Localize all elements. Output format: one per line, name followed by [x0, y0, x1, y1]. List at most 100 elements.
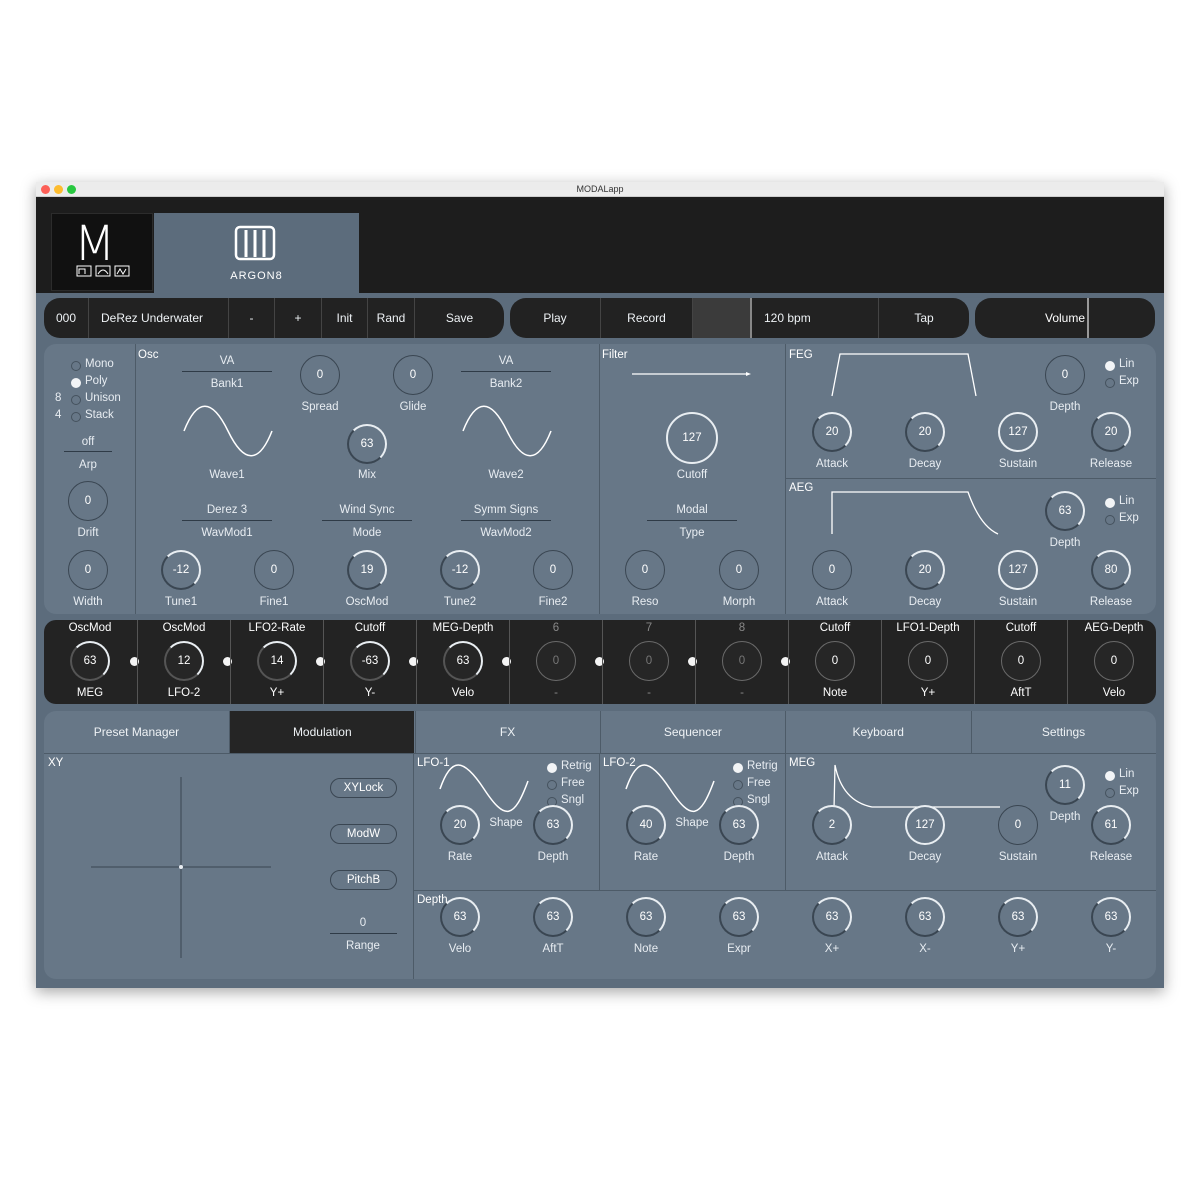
play-button[interactable]: Play	[510, 298, 600, 338]
record-button[interactable]: Record	[600, 298, 692, 338]
feg-attack-knob[interactable]: 20	[812, 412, 852, 452]
mode-value[interactable]: Wind Sync	[340, 504, 395, 516]
mod-slot-source[interactable]: -	[696, 687, 788, 699]
mod-slot-amount-knob[interactable]: 14	[257, 641, 297, 681]
feg-sustain-knob[interactable]: 127	[998, 412, 1038, 452]
preset-number[interactable]: 000	[44, 298, 88, 338]
mix-knob[interactable]: 63	[347, 424, 387, 464]
depth-aftt-knob[interactable]: 63	[533, 897, 573, 937]
mod-slot-amount-knob[interactable]: 0	[722, 641, 762, 681]
width-knob[interactable]: 0	[68, 550, 108, 590]
tab-fx[interactable]: FX	[414, 711, 600, 753]
reso-knob[interactable]: 0	[625, 550, 665, 590]
mod-slot-source[interactable]: LFO-2	[138, 687, 230, 699]
aeg-decay-knob[interactable]: 20	[905, 550, 945, 590]
morph-knob[interactable]: 0	[719, 550, 759, 590]
oscmod-knob[interactable]: 19	[347, 550, 387, 590]
depth-x-minus-knob[interactable]: 63	[905, 897, 945, 937]
depth-x-plus-knob[interactable]: 63	[812, 897, 852, 937]
tab-keyboard[interactable]: Keyboard	[785, 711, 970, 753]
mod-slot-amount-knob[interactable]: 63	[70, 641, 110, 681]
mod-slot-source[interactable]: Velo	[417, 687, 509, 699]
arp-value[interactable]: off	[82, 436, 95, 448]
argon8-tab[interactable]: ARGON8	[154, 213, 359, 293]
fine2-knob[interactable]: 0	[533, 550, 573, 590]
aeg-sustain-knob[interactable]: 127	[998, 550, 1038, 590]
depth-expr-knob[interactable]: 63	[719, 897, 759, 937]
filter-type-value[interactable]: Modal	[676, 504, 707, 516]
mod-slot-amount-knob[interactable]: 0	[908, 641, 948, 681]
aeg-exp-radio[interactable]	[1105, 515, 1115, 525]
depth-velo-knob[interactable]: 63	[440, 897, 480, 937]
mode-stack-radio[interactable]	[71, 412, 81, 422]
mod-slot-source[interactable]: Y+	[231, 687, 323, 699]
mod-slot-destination[interactable]: LFO1-Depth	[882, 622, 974, 634]
aeg-attack-knob[interactable]: 0	[812, 550, 852, 590]
tab-modulation[interactable]: Modulation	[229, 711, 415, 753]
depth-y-plus-knob[interactable]: 63	[998, 897, 1038, 937]
mod-slot-destination[interactable]: Cutoff	[324, 622, 416, 634]
drift-knob[interactable]: 0	[68, 481, 108, 521]
init-button[interactable]: Init	[321, 298, 367, 338]
feg-exp-radio[interactable]	[1105, 378, 1115, 388]
spread-knob[interactable]: 0	[300, 355, 340, 395]
mod-slot-amount-knob[interactable]: 63	[443, 641, 483, 681]
unison-count[interactable]: 8	[55, 392, 61, 404]
mod-slot-source[interactable]: Velo	[1068, 687, 1160, 699]
feg-decay-knob[interactable]: 20	[905, 412, 945, 452]
mod-slot-destination[interactable]: MEG-Depth	[417, 622, 509, 634]
bank2-value[interactable]: VA	[499, 355, 514, 367]
aeg-lin-radio[interactable]	[1105, 498, 1115, 508]
tap-button[interactable]: Tap	[878, 298, 969, 338]
mod-slot-amount-knob[interactable]: 0	[1001, 641, 1041, 681]
mod-slot-amount-knob[interactable]: 0	[1094, 641, 1134, 681]
wavmod2-value[interactable]: Symm Signs	[474, 504, 539, 516]
mod-slot-amount-knob[interactable]: 0	[815, 641, 855, 681]
depth-y-minus-knob[interactable]: 63	[1091, 897, 1131, 937]
cutoff-knob[interactable]: 127	[666, 412, 718, 464]
mod-slot-destination[interactable]: 8	[696, 622, 788, 634]
feg-release-knob[interactable]: 20	[1091, 412, 1131, 452]
mod-slot-destination[interactable]: OscMod	[138, 622, 230, 634]
preset-next-button[interactable]: +	[274, 298, 321, 338]
mod-slot-amount-knob[interactable]: 0	[536, 641, 576, 681]
mode-poly-radio[interactable]	[71, 378, 81, 388]
volume-bar[interactable]: Volume	[975, 298, 1155, 338]
mod-slot-amount-knob[interactable]: 0	[629, 641, 669, 681]
mod-slot-amount-knob[interactable]: 12	[164, 641, 204, 681]
mod-slot-destination[interactable]: Cutoff	[975, 622, 1067, 634]
tune1-knob[interactable]: -12	[161, 550, 201, 590]
volume-slider-handle[interactable]	[1087, 298, 1089, 338]
tab-settings[interactable]: Settings	[970, 711, 1156, 753]
tune2-knob[interactable]: -12	[440, 550, 480, 590]
save-button[interactable]: Save	[414, 298, 504, 338]
mod-slot-source[interactable]: -	[603, 687, 695, 699]
mode-mono-radio[interactable]	[71, 361, 81, 371]
fine1-knob[interactable]: 0	[254, 550, 294, 590]
wave2-display[interactable]	[461, 405, 561, 457]
mod-slot-source[interactable]: Note	[789, 687, 881, 699]
mod-slot-source[interactable]: -	[510, 687, 602, 699]
stack-count[interactable]: 4	[55, 409, 61, 421]
preset-prev-button[interactable]: -	[228, 298, 274, 338]
feg-lin-radio[interactable]	[1105, 361, 1115, 371]
preset-name[interactable]: DeRez Underwater	[88, 298, 228, 338]
aeg-release-knob[interactable]: 80	[1091, 550, 1131, 590]
mod-slot-source[interactable]: Y+	[882, 687, 974, 699]
mod-slot-amount-knob[interactable]: -63	[350, 641, 390, 681]
tab-sequencer[interactable]: Sequencer	[599, 711, 785, 753]
mod-slot-destination[interactable]: LFO2-Rate	[231, 622, 323, 634]
mod-slot-destination[interactable]: OscMod	[44, 622, 136, 634]
wave1-display[interactable]	[182, 405, 282, 457]
mod-slot-destination[interactable]: 7	[603, 622, 695, 634]
mod-slot-source[interactable]: MEG	[44, 687, 136, 699]
mod-slot-destination[interactable]: 6	[510, 622, 602, 634]
bank1-value[interactable]: VA	[220, 355, 235, 367]
wavmod1-value[interactable]: Derez 3	[207, 504, 247, 516]
glide-knob[interactable]: 0	[393, 355, 433, 395]
mode-unison-radio[interactable]	[71, 395, 81, 405]
mod-slot-source[interactable]: AftT	[975, 687, 1067, 699]
aeg-depth-knob[interactable]: 63	[1045, 491, 1085, 531]
feg-depth-knob[interactable]: 0	[1045, 355, 1085, 395]
tempo-field[interactable]: 120 bpm	[750, 298, 878, 338]
